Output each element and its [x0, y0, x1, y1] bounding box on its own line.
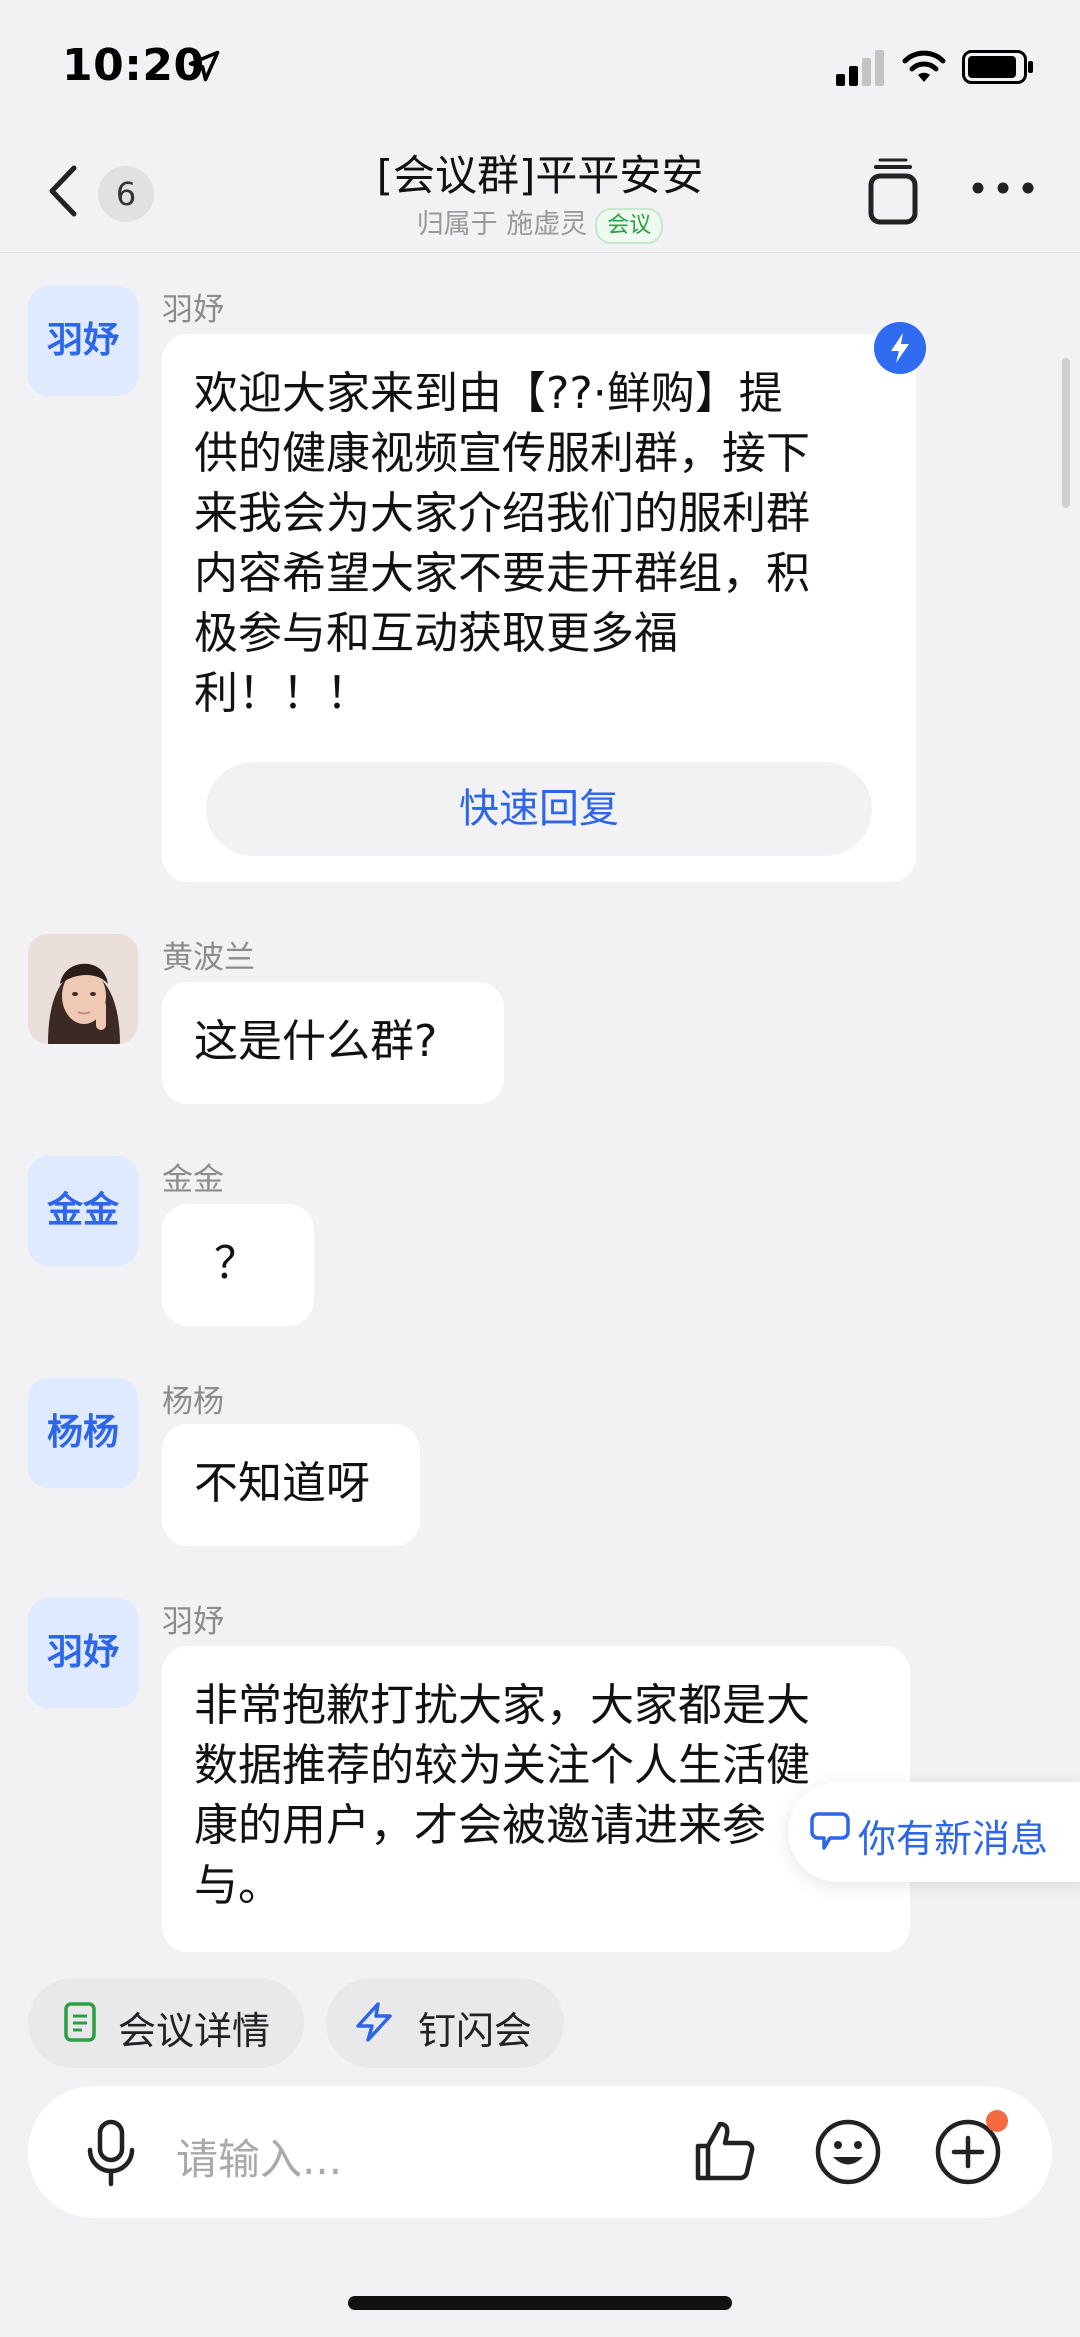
avatar[interactable]: 金金 — [28, 1156, 138, 1266]
message-text: ？ — [214, 1238, 258, 1289]
meeting-details-chip[interactable]: 会议详情 — [28, 1978, 304, 2068]
message-bubble[interactable]: 不知道呀 — [162, 1424, 420, 1546]
scrollbar[interactable] — [1062, 358, 1070, 508]
owner-prefix: 归属于 — [416, 209, 507, 240]
home-indicator — [348, 2296, 732, 2310]
chat-header: 6 [会议群]平平安安 归属于 施虚灵 会议 — [0, 130, 1080, 253]
microphone-icon[interactable] — [82, 2118, 140, 2190]
status-bar: 10:20 — [0, 0, 1080, 130]
sender-name: 羽妤 — [162, 1604, 224, 1640]
flash-meeting-chip[interactable]: 钉闪会 — [326, 1978, 564, 2068]
document-icon — [64, 2002, 96, 2042]
sender-name: 黄波兰 — [162, 940, 255, 976]
meeting-tag: 会议 — [595, 207, 664, 244]
avatar-photo — [28, 934, 138, 1044]
message-text: 不知道呀 — [194, 1458, 370, 1509]
avatar[interactable] — [28, 934, 138, 1044]
message-bubble[interactable]: ？ — [162, 1204, 314, 1326]
owner-name: 施虚灵 — [506, 209, 588, 240]
lightning-icon — [874, 322, 926, 374]
location-arrow-icon — [188, 50, 220, 82]
message-bubble[interactable]: 非常抱歉打扰大家，大家都是大 数据推荐的较为关注个人生活健 康的用户，才会被邀请… — [162, 1646, 910, 1952]
more-options-icon[interactable] — [970, 178, 1036, 198]
new-message-pill[interactable]: 你有新消息 — [788, 1782, 1080, 1882]
message-bubble[interactable]: 这是什么群? — [162, 982, 504, 1104]
stack-icon[interactable] — [864, 158, 924, 226]
sender-name: 杨杨 — [162, 1384, 224, 1420]
flash-icon — [356, 2002, 392, 2042]
avatar[interactable]: 杨杨 — [28, 1378, 138, 1488]
message-bubble[interactable]: 欢迎大家来到由【??·鲜购】提 供的健康视频宣传服利群，接下 来我会为大家介绍我… — [162, 334, 916, 882]
message-text: 欢迎大家来到由【??·鲜购】提 供的健康视频宣传服利群，接下 来我会为大家介绍我… — [194, 368, 810, 719]
avatar[interactable]: 羽妤 — [28, 286, 138, 396]
thumbs-up-icon[interactable] — [692, 2118, 758, 2184]
sender-name: 羽妤 — [162, 292, 224, 328]
chip-label: 钉闪会 — [418, 2009, 533, 2053]
message-text: 非常抱歉打扰大家，大家都是大 数据推荐的较为关注个人生活健 康的用户，才会被邀请… — [194, 1680, 810, 1911]
emoji-icon[interactable] — [814, 2118, 882, 2186]
status-time: 10:20 — [62, 40, 205, 91]
message-input[interactable]: 请输入... — [176, 2126, 342, 2187]
chat-bubble-icon — [810, 1812, 850, 1850]
wifi-icon — [902, 50, 946, 82]
sender-name: 金金 — [162, 1162, 224, 1198]
message-input-bar: 请输入... — [28, 2086, 1052, 2218]
chip-label: 会议详情 — [118, 2009, 271, 2053]
new-message-label: 你有新消息 — [858, 1817, 1049, 1861]
message-text: 这是什么群? — [194, 1016, 438, 1067]
notification-dot — [986, 2110, 1008, 2132]
quick-reply-button[interactable]: 快速回复 — [206, 762, 872, 856]
avatar[interactable]: 羽妤 — [28, 1598, 138, 1708]
battery-icon — [962, 50, 1033, 84]
cellular-signal-icon — [836, 50, 884, 86]
